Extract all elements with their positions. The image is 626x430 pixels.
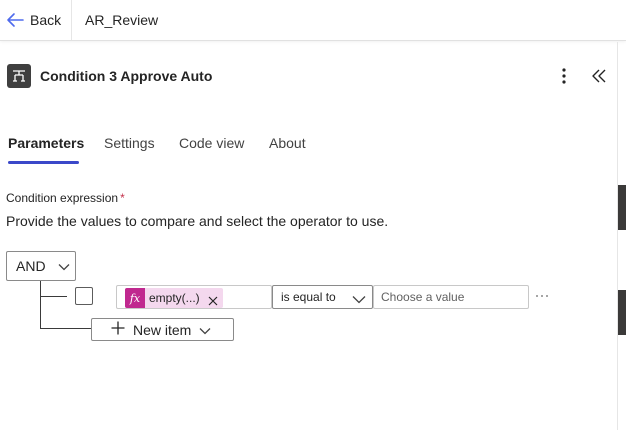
new-item-button[interactable]: New item (91, 318, 234, 341)
top-bar: Back AR_Review (0, 0, 626, 41)
back-button[interactable]: Back (0, 0, 72, 40)
arrow-left-icon (6, 12, 24, 28)
required-marker: * (120, 191, 125, 205)
condition-description: Provide the values to compare and select… (6, 213, 389, 229)
operator-value: is equal to (281, 290, 336, 304)
close-icon[interactable] (208, 293, 218, 306)
back-label: Back (30, 12, 62, 28)
plus-icon (111, 321, 125, 338)
canvas-node-edge (618, 185, 626, 230)
tree-connector (40, 296, 67, 297)
panel-divider (617, 42, 618, 430)
chevron-down-icon (199, 322, 211, 338)
tree-connector (40, 281, 41, 329)
expression-token[interactable]: fx empty(...) (125, 288, 223, 308)
new-item-label: New item (133, 321, 192, 338)
left-operand-field[interactable]: fx empty(...) (116, 285, 272, 309)
token-label: empty(...) (149, 291, 200, 305)
chevron-down-icon (58, 258, 70, 274)
tab-code-view[interactable]: Code view (179, 135, 244, 151)
active-tab-indicator (8, 161, 79, 164)
flow-name: AR_Review (85, 12, 159, 28)
row-select-checkbox[interactable] (75, 287, 93, 305)
condition-expression-label: Condition expression * (6, 191, 125, 205)
group-operator-dropdown[interactable]: AND (6, 251, 76, 281)
collapse-panel-icon[interactable] (590, 67, 610, 85)
tab-parameters[interactable]: Parameters (8, 135, 84, 151)
right-operand-input[interactable] (381, 287, 521, 307)
canvas-node-edge (618, 290, 626, 335)
condition-icon (7, 64, 31, 88)
right-operand-field[interactable] (373, 285, 529, 309)
row-more-options-icon[interactable] (535, 289, 549, 303)
tree-connector (40, 328, 91, 329)
tab-about[interactable]: About (269, 135, 306, 151)
operator-dropdown[interactable]: is equal to (272, 285, 373, 309)
group-operator-value: AND (16, 258, 46, 274)
chevron-down-icon (352, 293, 366, 307)
action-title[interactable]: Condition 3 Approve Auto (40, 68, 212, 84)
tab-settings[interactable]: Settings (104, 135, 155, 151)
more-options-icon[interactable] (556, 66, 572, 86)
fx-icon: fx (125, 288, 145, 308)
